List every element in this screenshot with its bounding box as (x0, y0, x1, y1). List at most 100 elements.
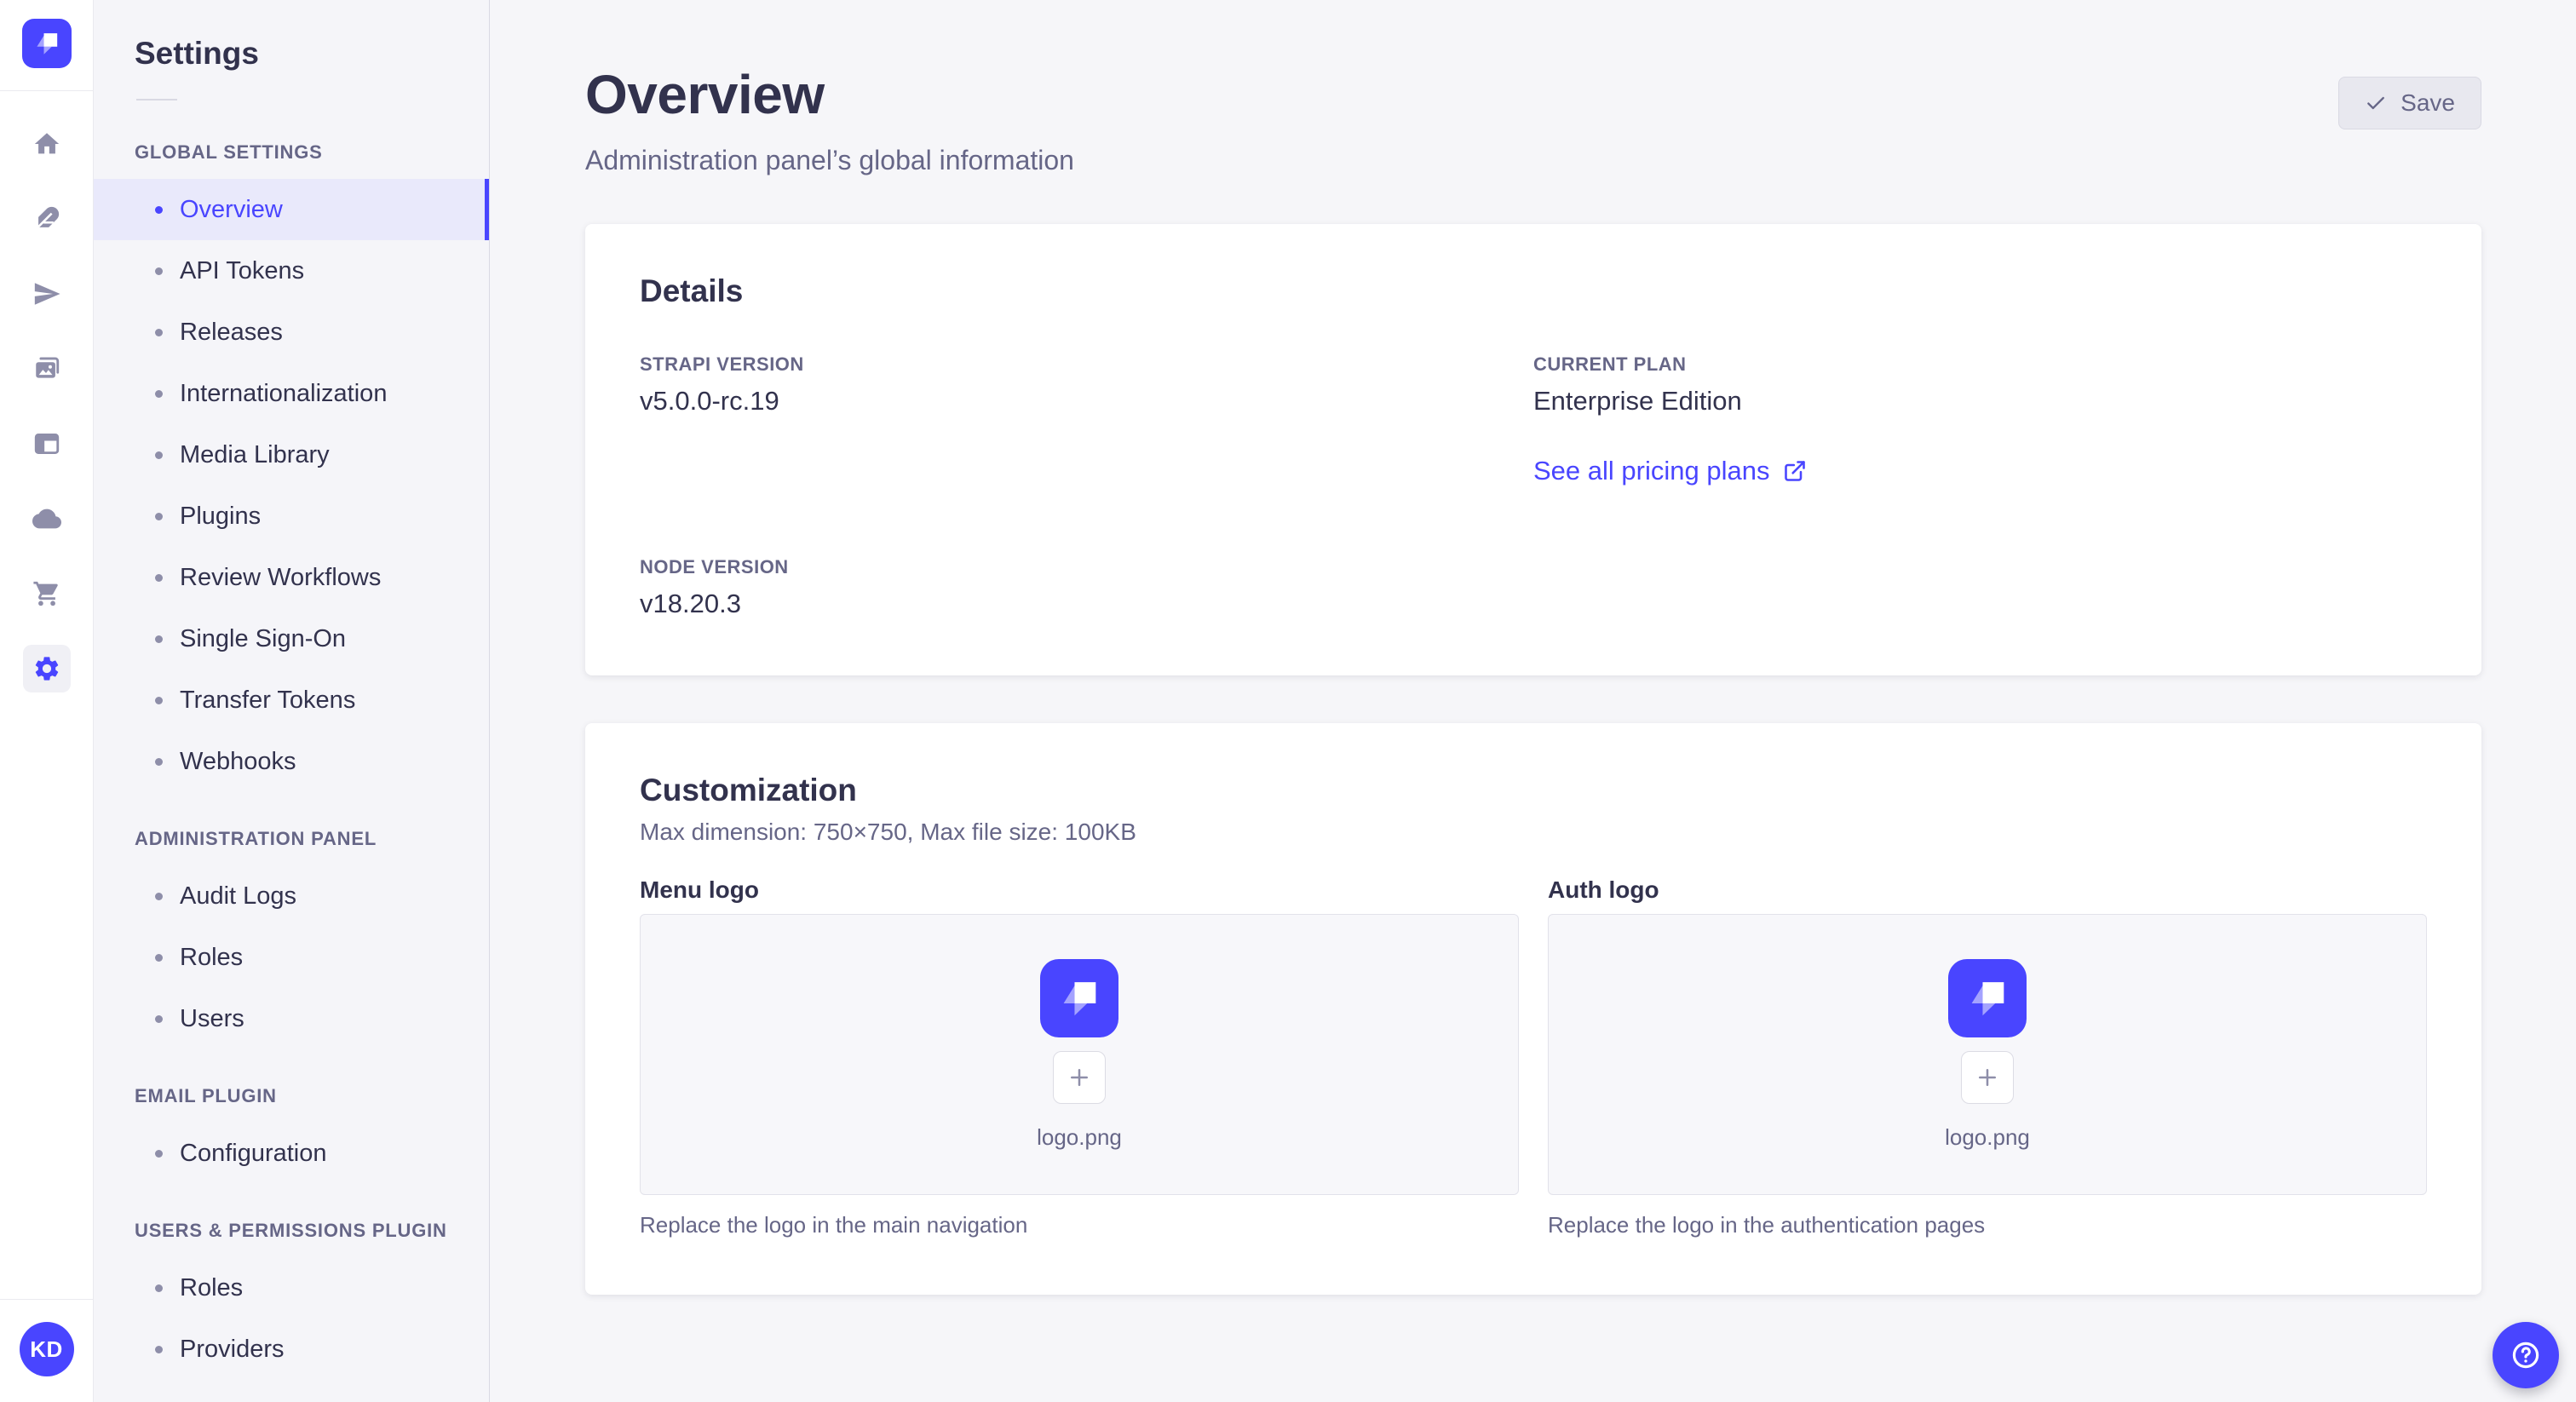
strapi-version-field: STRAPI VERSION v5.0.0-rc.19 (640, 353, 1533, 486)
menu-logo-column: Menu logo logo.png Replace the logo in t… (640, 876, 1519, 1238)
sidebar-item-roles[interactable]: Roles (94, 927, 489, 988)
rail-logo-section (0, 0, 93, 91)
details-card: Details STRAPI VERSION v5.0.0-rc.19 CURR… (585, 224, 2481, 675)
bullet-icon (155, 1345, 163, 1353)
settings-subnav: Settings GLOBAL SETTINGS Overview API Toke… (94, 0, 490, 1402)
auth-logo-preview (1948, 958, 2027, 1037)
images-icon[interactable] (23, 345, 71, 393)
menu-logo-dropzone[interactable]: logo.png (640, 914, 1519, 1195)
sidebar-item-users[interactable]: Users (94, 988, 489, 1049)
subnav-title: Settings (135, 36, 259, 71)
help-button[interactable] (2493, 1322, 2559, 1388)
home-icon[interactable] (23, 120, 71, 168)
page-subtitle: Administration panel’s global informatio… (585, 145, 1074, 175)
app-root: KD Settings GLOBAL SETTINGS Overview API T… (0, 0, 2576, 1402)
question-circle-icon (2512, 1342, 2539, 1369)
strapi-logo[interactable] (21, 19, 72, 68)
save-button-label: Save (2401, 89, 2455, 116)
save-button[interactable]: Save (2338, 77, 2481, 129)
plus-icon (1071, 1068, 1088, 1086)
add-auth-logo-button[interactable] (1961, 1050, 2014, 1104)
settings-gear-icon[interactable] (22, 645, 71, 692)
field-label: NODE VERSION (640, 556, 789, 577)
sidebar-item-label: Releases (180, 318, 283, 346)
sidebar-item-label: Providers (180, 1335, 285, 1363)
section-label: ADMINISTRATION PANEL (135, 828, 377, 849)
sidebar-item-providers[interactable]: Providers (94, 1319, 489, 1380)
section-label: USERS & PERMISSIONS PLUGIN (135, 1220, 447, 1241)
field-value: v5.0.0-rc.19 (640, 386, 779, 416)
check-icon (2367, 96, 2385, 110)
cart-icon[interactable] (23, 570, 71, 618)
sidebar-item-review-workflows[interactable]: Review Workflows (94, 547, 489, 608)
auth-logo-filename: logo.png (1945, 1123, 2030, 1150)
page-title-block: Overview Administration panel’s global i… (585, 63, 1074, 176)
menu-logo-hint: Replace the logo in the main navigation (640, 1212, 1028, 1238)
layout-icon[interactable] (23, 420, 71, 468)
cloud-icon[interactable] (23, 495, 71, 543)
sidebar-item-media-library[interactable]: Media Library (94, 424, 489, 486)
strapi-mark-icon (36, 33, 57, 55)
plus-icon (1979, 1068, 1996, 1086)
field-value: Enterprise Edition (1533, 386, 1742, 416)
bullet-icon (155, 696, 163, 704)
strapi-mark-icon (1971, 981, 2004, 1015)
sidebar-item-label: Review Workflows (180, 563, 382, 591)
main-content: Overview Administration panel’s global i… (490, 0, 2576, 1402)
sidebar-item-overview[interactable]: Overview (94, 179, 489, 240)
sidebar-item-configuration[interactable]: Configuration (94, 1123, 489, 1184)
sidebar-item-internationalization[interactable]: Internationalization (94, 363, 489, 424)
customization-card: Customization Max dimension: 750×750, Ma… (585, 723, 2481, 1295)
sidebar-item-label: Single Sign-On (180, 624, 347, 652)
sidebar-item-roles[interactable]: Roles (94, 1257, 489, 1319)
bullet-icon (155, 205, 163, 214)
auth-logo-dropzone[interactable]: logo.png (1548, 914, 2427, 1195)
bullet-icon (155, 451, 163, 459)
node-version-field: NODE VERSION v18.20.3 (640, 556, 1533, 619)
sidebar-item-label: Internationalization (180, 379, 388, 407)
auth-logo-column: Auth logo logo.png Replace the logo in t… (1548, 876, 2427, 1238)
field-label: STRAPI VERSION (640, 353, 804, 375)
subnav-sections: GLOBAL SETTINGS Overview API Tokens Release… (94, 106, 489, 1380)
bullet-icon (155, 573, 163, 582)
rail-bottom: KD (0, 1299, 93, 1402)
bullet-icon (155, 1149, 163, 1158)
bullet-icon (155, 757, 163, 766)
page-title: Overview (585, 64, 825, 125)
pricing-plans-link[interactable]: See all pricing plans (1533, 456, 1807, 486)
nav-rail: KD (0, 0, 94, 1402)
section-label: GLOBAL SETTINGS (135, 141, 323, 163)
field-value: v18.20.3 (640, 589, 741, 618)
sidebar-item-label: Plugins (180, 502, 262, 530)
sidebar-item-releases[interactable]: Releases (94, 302, 489, 363)
subnav-title-divider (136, 99, 177, 101)
sidebar-item-webhooks[interactable]: Webhooks (94, 731, 489, 792)
add-menu-logo-button[interactable] (1053, 1050, 1106, 1104)
menu-logo-preview (1040, 958, 1118, 1037)
sidebar-item-label: Users (180, 1004, 244, 1032)
sidebar-item-label: Audit Logs (180, 882, 297, 910)
bullet-icon (155, 635, 163, 643)
sidebar-item-label: Transfer Tokens (180, 686, 356, 714)
sidebar-item-audit-logs[interactable]: Audit Logs (94, 865, 489, 927)
paper-plane-icon[interactable] (23, 270, 71, 318)
pricing-plans-link-label: See all pricing plans (1533, 456, 1770, 486)
bullet-icon (155, 389, 163, 398)
sidebar-item-label: Webhooks (180, 747, 296, 775)
customization-card-title: Customization (640, 773, 857, 807)
user-avatar[interactable]: KD (19, 1322, 74, 1376)
feather-icon[interactable] (23, 195, 71, 243)
sidebar-item-api-tokens[interactable]: API Tokens (94, 240, 489, 302)
sidebar-item-label: Overview (180, 195, 283, 223)
auth-logo-label: Auth logo (1548, 876, 1659, 903)
rail-nav (22, 120, 71, 692)
bullet-icon (155, 892, 163, 900)
sidebar-item-label: API Tokens (180, 256, 305, 284)
section-label: EMAIL PLUGIN (135, 1085, 277, 1106)
sidebar-item-transfer-tokens[interactable]: Transfer Tokens (94, 669, 489, 731)
page-header: Overview Administration panel’s global i… (585, 63, 2481, 176)
auth-logo-hint: Replace the logo in the authentication p… (1548, 1212, 1986, 1238)
logo-row: Menu logo logo.png Replace the logo in t… (640, 876, 2427, 1238)
sidebar-item-plugins[interactable]: Plugins (94, 486, 489, 547)
sidebar-item-single-sign-on[interactable]: Single Sign-On (94, 608, 489, 669)
